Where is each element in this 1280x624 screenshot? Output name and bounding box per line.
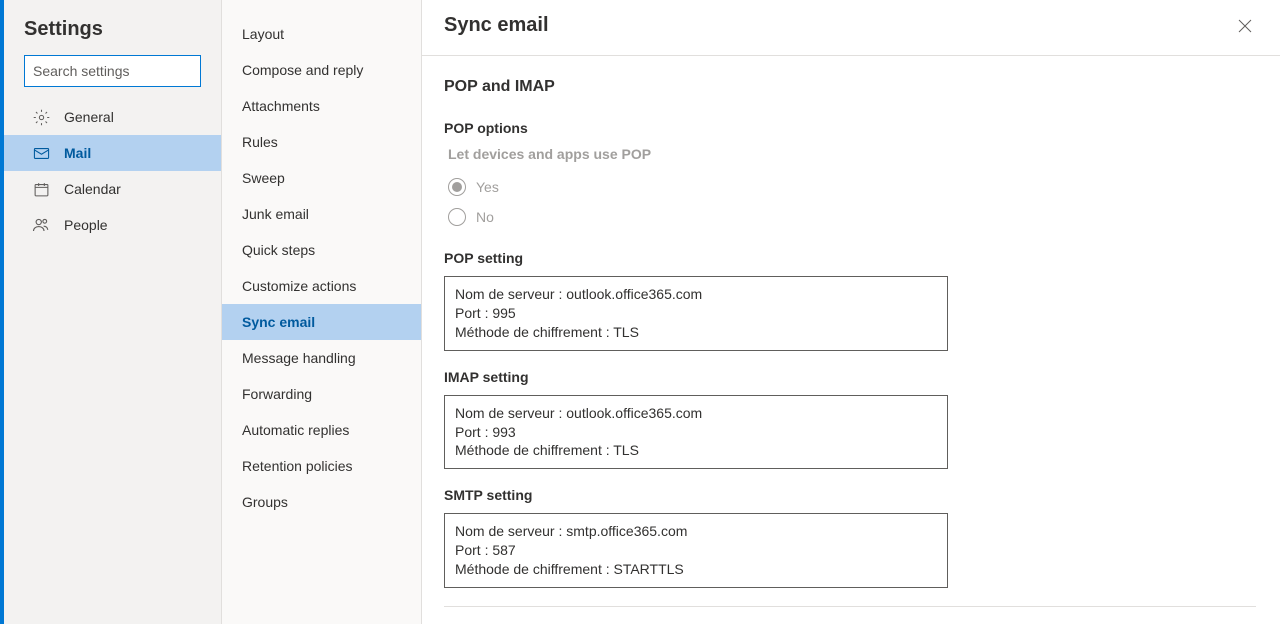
subnav-retention-policies[interactable]: Retention policies [222,448,421,484]
subnav-label: Sweep [242,170,285,186]
subnav-rules[interactable]: Rules [222,124,421,160]
imap-port-line: Port : 993 [455,423,937,442]
subnav-label: Groups [242,494,288,510]
category-general[interactable]: General [4,99,221,135]
settings-title: Settings [4,14,221,55]
subnav-groups[interactable]: Groups [222,484,421,520]
mail-icon [32,144,50,162]
pop-setting-block: POP setting Nom de serveur : outlook.off… [444,250,1256,351]
radio-icon [448,208,466,226]
close-icon [1238,19,1252,33]
pop-options-block: POP options Let devices and apps use POP… [444,120,1256,232]
settings-subnav: Layout Compose and reply Attachments Rul… [222,0,422,624]
subnav-label: Rules [242,134,278,150]
radio-label: No [476,209,494,225]
category-calendar[interactable]: Calendar [4,171,221,207]
subnav-label: Quick steps [242,242,315,258]
gear-icon [32,108,50,126]
calendar-icon [32,180,50,198]
category-people[interactable]: People [4,207,221,243]
subnav-layout[interactable]: Layout [222,16,421,52]
subnav-customize-actions[interactable]: Customize actions [222,268,421,304]
subnav-label: Automatic replies [242,422,349,438]
smtp-setting-box: Nom de serveur : smtp.office365.com Port… [444,513,948,588]
imap-setting-label: IMAP setting [444,369,1256,385]
smtp-encryption-line: Méthode de chiffrement : STARTTLS [455,560,937,579]
section-heading: POP and IMAP [444,78,1256,96]
pop-server-line: Nom de serveur : outlook.office365.com [455,285,937,304]
subnav-label: Layout [242,26,284,42]
smtp-setting-block: SMTP setting Nom de serveur : smtp.offic… [444,487,1256,588]
subnav-label: Junk email [242,206,309,222]
subnav-automatic-replies[interactable]: Automatic replies [222,412,421,448]
category-label: People [64,217,108,233]
page-title: Sync email [444,14,549,37]
main-header: Sync email [422,0,1280,56]
subnav-label: Message handling [242,350,356,366]
subnav-label: Sync email [242,314,315,330]
subnav-label: Customize actions [242,278,356,294]
subnav-sync-email[interactable]: Sync email [222,304,421,340]
pop-setting-label: POP setting [444,250,1256,266]
search-input[interactable] [24,55,201,87]
imap-setting-block: IMAP setting Nom de serveur : outlook.of… [444,369,1256,470]
subnav-label: Attachments [242,98,320,114]
main-body: POP and IMAP POP options Let devices and… [422,56,1280,624]
subnav-junk-email[interactable]: Junk email [222,196,421,232]
subnav-label: Forwarding [242,386,312,402]
search-wrap [4,55,221,97]
pop-encryption-line: Méthode de chiffrement : TLS [455,323,937,342]
close-button[interactable] [1234,15,1256,37]
section-divider [444,606,1256,607]
category-label: General [64,109,114,125]
subnav-forwarding[interactable]: Forwarding [222,376,421,412]
smtp-port-line: Port : 587 [455,541,937,560]
category-mail[interactable]: Mail [4,135,221,171]
people-icon [32,216,50,234]
subnav-label: Compose and reply [242,62,363,78]
imap-setting-box: Nom de serveur : outlook.office365.com P… [444,395,948,470]
category-list: General Mail Calendar [4,97,221,243]
pop-radio-yes[interactable]: Yes [444,172,1256,202]
imap-server-line: Nom de serveur : outlook.office365.com [455,404,937,423]
radio-label: Yes [476,179,499,195]
imap-encryption-line: Méthode de chiffrement : TLS [455,441,937,460]
smtp-setting-label: SMTP setting [444,487,1256,503]
pop-options-sublabel: Let devices and apps use POP [444,146,1256,162]
radio-icon [448,178,466,196]
pop-setting-box: Nom de serveur : outlook.office365.com P… [444,276,948,351]
subnav-quick-steps[interactable]: Quick steps [222,232,421,268]
subnav-message-handling[interactable]: Message handling [222,340,421,376]
pop-port-line: Port : 995 [455,304,937,323]
pop-radio-no[interactable]: No [444,202,1256,232]
subnav-attachments[interactable]: Attachments [222,88,421,124]
subnav-compose-and-reply[interactable]: Compose and reply [222,52,421,88]
smtp-server-line: Nom de serveur : smtp.office365.com [455,522,937,541]
category-label: Calendar [64,181,121,197]
pop-options-label: POP options [444,120,1256,136]
subnav-list: Layout Compose and reply Attachments Rul… [222,16,421,520]
category-label: Mail [64,145,91,161]
main-panel: Sync email POP and IMAP POP options Let … [422,0,1280,624]
settings-sidebar: Settings General Mail [4,0,222,624]
subnav-sweep[interactable]: Sweep [222,160,421,196]
subnav-label: Retention policies [242,458,353,474]
